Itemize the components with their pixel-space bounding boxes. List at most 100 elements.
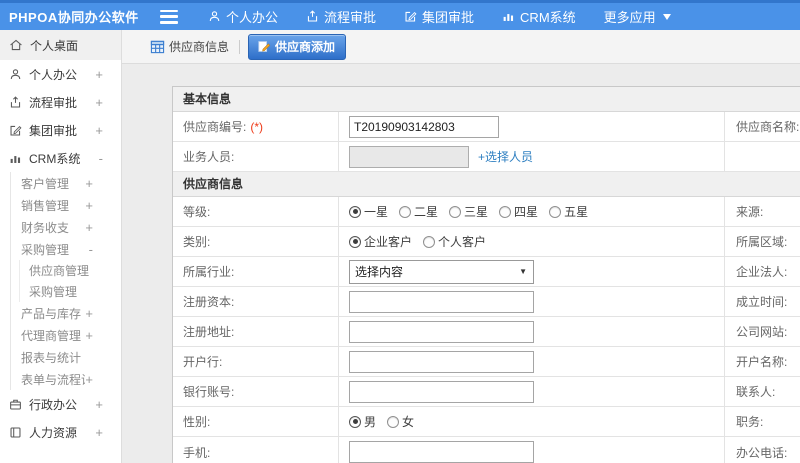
expand-icon[interactable]: + <box>95 95 121 110</box>
sidebar-item-15[interactable]: 表单与流程设置+ <box>0 368 121 390</box>
field-label: 来源: <box>736 205 764 219</box>
sidebar-item-8[interactable]: 财务收支 + <box>0 216 121 238</box>
text-input[interactable] <box>349 350 534 373</box>
form-row: 供应商编号:(*)供应商名称:(*) <box>173 112 800 142</box>
nav-item-2[interactable]: 流程审批 <box>306 7 376 26</box>
expand-icon[interactable]: + <box>85 328 121 343</box>
field-label: 银行账号: <box>183 385 235 399</box>
radio-icon[interactable] <box>399 205 412 218</box>
radio-icon[interactable] <box>387 415 400 428</box>
edit-icon <box>9 124 22 137</box>
briefcase-icon <box>9 398 22 411</box>
text-input[interactable] <box>349 441 534 463</box>
form-label-cell: 公司网站: <box>725 317 800 346</box>
sidebar-item-4[interactable]: 集团审批 + <box>0 116 121 144</box>
tab-label: 供应商信息 <box>169 40 230 54</box>
grid-icon <box>150 40 165 54</box>
expand-icon[interactable]: + <box>85 176 121 191</box>
form-label-cell: 企业法人: <box>725 257 800 286</box>
sidebar-item-3[interactable]: 流程审批 + <box>0 88 121 116</box>
form-row: 性别: 男女职务: <box>173 407 800 437</box>
add-edit-icon <box>257 40 271 53</box>
nav-item-3[interactable]: 集团审批 <box>404 7 474 26</box>
radio-icon[interactable] <box>549 205 562 218</box>
expand-icon[interactable]: + <box>95 397 121 412</box>
radio-option[interactable]: 企业客户 <box>349 233 412 250</box>
sidebar-item-label: 行政办公 <box>29 397 78 412</box>
radio-label: 一星 <box>364 205 389 219</box>
radio-selected-icon[interactable] <box>349 205 361 218</box>
collapse-icon[interactable]: - <box>99 151 121 166</box>
menu-icon[interactable] <box>160 9 178 24</box>
radio-option[interactable]: 五星 <box>549 203 588 220</box>
form-label-cell: 成立时间: <box>725 287 800 316</box>
sidebar-item-13[interactable]: 代理商管理 + <box>0 324 121 346</box>
expand-icon[interactable]: + <box>95 67 121 82</box>
radio-option[interactable]: 二星 <box>399 203 438 220</box>
tab-supplier-add[interactable]: 供应商添加 <box>248 33 347 60</box>
radio-icon[interactable] <box>423 235 436 248</box>
industry-select[interactable]: 选择内容 ▼ <box>349 259 534 284</box>
field-label: 所属区域: <box>736 235 788 249</box>
sidebar-item-9[interactable]: 采购管理 - <box>0 238 121 260</box>
expand-icon[interactable]: + <box>85 372 121 387</box>
sidebar-item-14[interactable]: 报表与统计 <box>0 346 121 368</box>
nav-item-label: 流程审批 <box>324 10 377 25</box>
nav-item-5[interactable]: 更多应用 <box>604 7 671 26</box>
radio-label: 个人客户 <box>438 235 487 249</box>
field-label: 业务人员: <box>183 150 235 164</box>
form-row: 业务人员: +选择人员 <box>173 142 800 172</box>
radio-label: 男 <box>364 415 377 429</box>
radio-option[interactable]: 女 <box>387 413 414 430</box>
sidebar-item-5[interactable]: CRM系统 - <box>0 144 121 172</box>
form-field-cell: 选择内容 ▼ <box>339 257 725 286</box>
nav-item-4[interactable]: CRM系统 <box>502 7 576 26</box>
expand-icon[interactable]: + <box>95 425 121 440</box>
collapse-icon[interactable]: - <box>89 242 121 257</box>
radio-icon[interactable] <box>499 205 512 218</box>
sidebar-item-label: 销售管理 <box>21 198 70 213</box>
text-input[interactable] <box>349 320 534 343</box>
sidebar-item-6[interactable]: 客户管理 + <box>0 172 121 194</box>
sidebar-item-10[interactable]: 供应商管理 <box>0 260 121 281</box>
nav-item-label: 集团审批 <box>422 10 475 25</box>
sidebar-item-label: 财务收支 <box>21 220 70 235</box>
nav-item-1[interactable]: 个人办公 <box>208 7 278 26</box>
expand-icon[interactable]: + <box>95 123 121 138</box>
radio-option[interactable]: 个人客户 <box>423 233 486 250</box>
field-label: 开户名称: <box>736 355 788 369</box>
field-label: 公司网站: <box>736 325 788 339</box>
form-label-cell: 等级: <box>173 197 339 226</box>
radio-icon[interactable] <box>449 205 462 218</box>
sidebar-item-1[interactable]: 个人桌面 <box>0 30 121 60</box>
radio-selected-icon[interactable] <box>349 235 361 248</box>
radio-option[interactable]: 四星 <box>499 203 538 220</box>
sidebar-item-2[interactable]: 个人办公 + <box>0 60 121 88</box>
field-label: 供应商编号: <box>183 120 247 134</box>
sidebar-item-11[interactable]: 采购管理 <box>0 281 121 302</box>
form-label-cell: 所属区域: <box>725 227 800 256</box>
text-input[interactable] <box>349 115 499 138</box>
radio-option[interactable]: 男 <box>349 413 376 430</box>
sidebar-item-label: 个人办公 <box>29 67 78 82</box>
field-label: 等级: <box>183 205 211 219</box>
sidebar-item-12[interactable]: 产品与库存 + <box>0 302 121 324</box>
text-input[interactable] <box>349 380 534 403</box>
text-input[interactable] <box>349 290 534 313</box>
expand-icon[interactable]: + <box>85 220 121 235</box>
sidebar-item-7[interactable]: 销售管理 + <box>0 194 121 216</box>
form-label-cell: 来源: <box>725 197 800 226</box>
sidebar-item-label: 产品与库存 <box>21 306 82 321</box>
radio-selected-icon[interactable] <box>349 415 361 428</box>
form-label-cell: 办公电话: <box>725 437 800 463</box>
radio-option[interactable]: 三星 <box>449 203 488 220</box>
expand-icon[interactable]: + <box>85 198 121 213</box>
sidebar-item-17[interactable]: 人力资源 + <box>0 418 121 446</box>
radio-option[interactable]: 一星 <box>349 203 388 220</box>
sidebar-item-16[interactable]: 行政办公 + <box>0 390 121 418</box>
select-person-link[interactable]: +选择人员 <box>478 148 533 165</box>
field-label: 性别: <box>183 415 211 429</box>
tab-supplier-info[interactable]: 供应商信息 <box>150 38 229 55</box>
form-field-cell: 企业客户 个人客户 <box>339 227 725 256</box>
expand-icon[interactable]: + <box>85 306 121 321</box>
